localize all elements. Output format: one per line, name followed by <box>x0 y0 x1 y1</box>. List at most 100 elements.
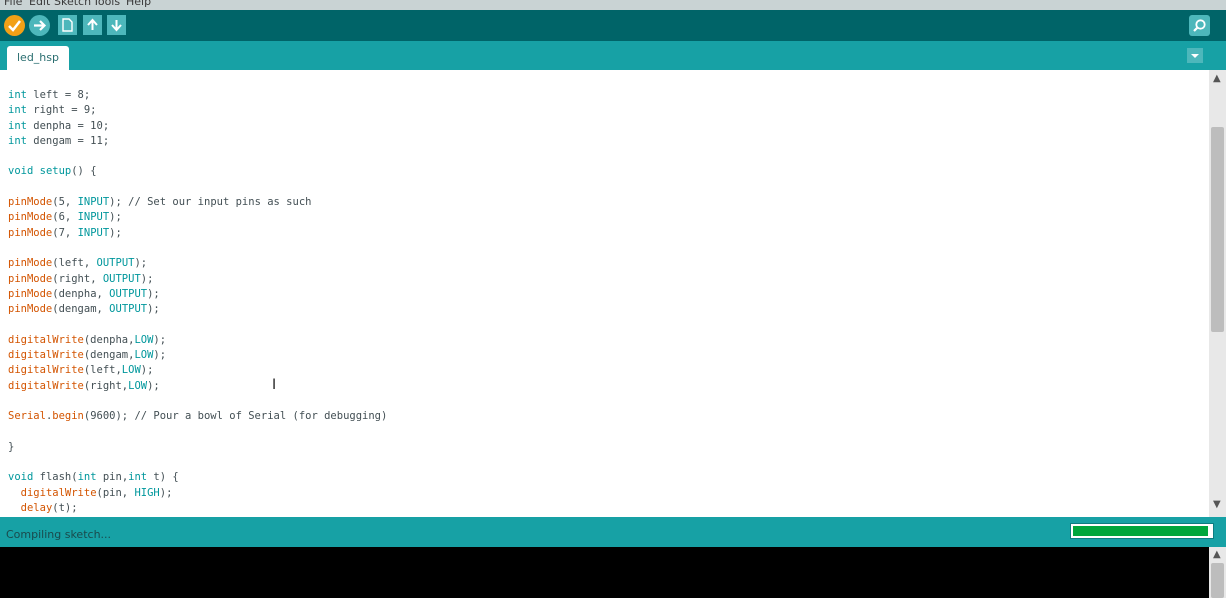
console-output[interactable] <box>0 547 1209 598</box>
console-scroll-up-icon[interactable]: ▲ <box>1213 549 1221 560</box>
editor-scrollbar[interactable]: ▲ ▼ <box>1209 70 1226 517</box>
chevron-down-icon <box>1191 54 1199 58</box>
arrow-right-icon <box>34 20 47 31</box>
menu-sketch[interactable]: Sketch <box>54 0 91 8</box>
code-token: (9600); <box>83 410 135 423</box>
magnifier-icon <box>1193 19 1206 32</box>
code-token: pinMode <box>8 287 53 300</box>
code-token: (right, <box>83 379 129 392</box>
code-token: digitalWrite <box>20 486 97 499</box>
menu-bar: File Edit Sketch Tools Help <box>0 0 1226 10</box>
code-token: (dengam, <box>52 303 110 316</box>
tab-led-hsp[interactable]: led_hsp <box>7 46 69 70</box>
code-token: flash( <box>33 471 78 484</box>
menu-tools[interactable]: Tools <box>93 0 120 8</box>
verify-button[interactable] <box>4 15 25 36</box>
code-line: digitalWrite(dengam,LOW); <box>8 348 387 363</box>
menu-help[interactable]: Help <box>126 0 151 8</box>
code-token: (6, <box>52 211 78 224</box>
code-token: void <box>8 471 34 484</box>
code-line: pinMode(6, INPUT); <box>8 210 387 225</box>
save-button[interactable] <box>107 15 126 35</box>
menu-file[interactable]: File <box>4 0 22 8</box>
status-text: Compiling sketch... <box>6 528 112 541</box>
new-button[interactable] <box>58 15 77 35</box>
code-token: ); <box>153 349 167 362</box>
code-token: int <box>8 119 27 132</box>
scroll-up-arrow-icon[interactable]: ▲ <box>1213 73 1221 84</box>
code-token: int <box>8 104 27 117</box>
menu-edit[interactable]: Edit <box>29 0 50 8</box>
code-token: Serial <box>8 410 46 423</box>
tab-menu-button[interactable] <box>1187 48 1203 63</box>
code-token: (pin, <box>96 486 135 499</box>
text-cursor-icon: I <box>272 377 277 393</box>
console-scrollbar[interactable]: ▲ <box>1209 547 1226 598</box>
code-token: void <box>8 165 34 178</box>
code-token: (t); <box>52 502 78 515</box>
scroll-thumb[interactable] <box>1211 127 1224 332</box>
code-token: delay <box>20 502 53 515</box>
code-token: pinMode <box>8 303 53 316</box>
code-line: int left = 8; <box>8 88 387 103</box>
save-arrow-down-icon <box>111 20 122 32</box>
code-token: (7, <box>52 226 78 239</box>
code-line: Serial.begin(9600); // Pour a bowl of Se… <box>8 409 387 424</box>
code-token: } <box>8 440 15 453</box>
code-line: } <box>8 440 387 455</box>
code-token: pin, <box>96 471 129 484</box>
code-token: left = 8; <box>26 89 91 101</box>
code-token: LOW <box>121 364 141 377</box>
code-token: ); <box>147 287 160 300</box>
code-line: void flash(int pin,int t) { <box>8 470 387 485</box>
console-scroll-thumb[interactable] <box>1211 563 1224 598</box>
progress-bar <box>1070 523 1214 539</box>
code-token: // Set our input pins as such <box>128 196 312 209</box>
code-token: right = 9; <box>26 104 97 117</box>
code-token: t) { <box>147 471 179 484</box>
code-token: (denpha, <box>52 287 110 300</box>
code-token: digitalWrite <box>8 379 84 392</box>
code-token: pinMode <box>8 196 53 209</box>
code-token: INPUT <box>77 226 110 239</box>
check-icon <box>8 20 21 32</box>
code-line: int denpha = 10; <box>8 119 387 134</box>
code-token: LOW <box>134 349 154 362</box>
code-token: (left, <box>83 364 122 377</box>
code-token: ); <box>109 226 122 239</box>
upload-button[interactable] <box>29 15 50 36</box>
code-token: ); <box>140 272 154 285</box>
status-bar: Compiling sketch... <box>0 517 1226 547</box>
code-token: int <box>8 89 27 101</box>
code-token: LOW <box>134 333 154 346</box>
serial-monitor-button[interactable] <box>1189 15 1210 36</box>
code-token: () { <box>71 165 97 178</box>
open-arrow-up-icon <box>87 18 98 30</box>
code-token: dengam = 11; <box>26 134 110 147</box>
scroll-down-arrow-icon[interactable]: ▼ <box>1213 499 1221 510</box>
code-line: int dengam = 11; <box>8 134 387 149</box>
code-token: ); <box>134 257 148 270</box>
code-line: int right = 9; <box>8 103 387 118</box>
code-token: INPUT <box>77 211 110 224</box>
open-button[interactable] <box>83 15 102 35</box>
code-token: digitalWrite <box>8 333 84 346</box>
code-token: digitalWrite <box>8 349 84 362</box>
code-line: pinMode(7, INPUT); <box>8 226 387 241</box>
code-line: digitalWrite(left,LOW); <box>8 363 387 378</box>
code-token: OUTPUT <box>96 257 135 270</box>
code-token: (denpha, <box>83 333 135 346</box>
code-token: int <box>77 471 97 484</box>
code-token: ); <box>109 211 122 224</box>
code-line: digitalWrite(right,LOW); <box>8 379 387 394</box>
code-editor[interactable]: int left = 8; int right = 9; int denpha = … <box>0 70 1209 517</box>
code-token: ); <box>159 486 173 499</box>
code-token: LOW <box>128 379 148 392</box>
code-line: delay(t); <box>8 501 387 516</box>
code-line: pinMode(dengam, OUTPUT); <box>8 302 387 317</box>
